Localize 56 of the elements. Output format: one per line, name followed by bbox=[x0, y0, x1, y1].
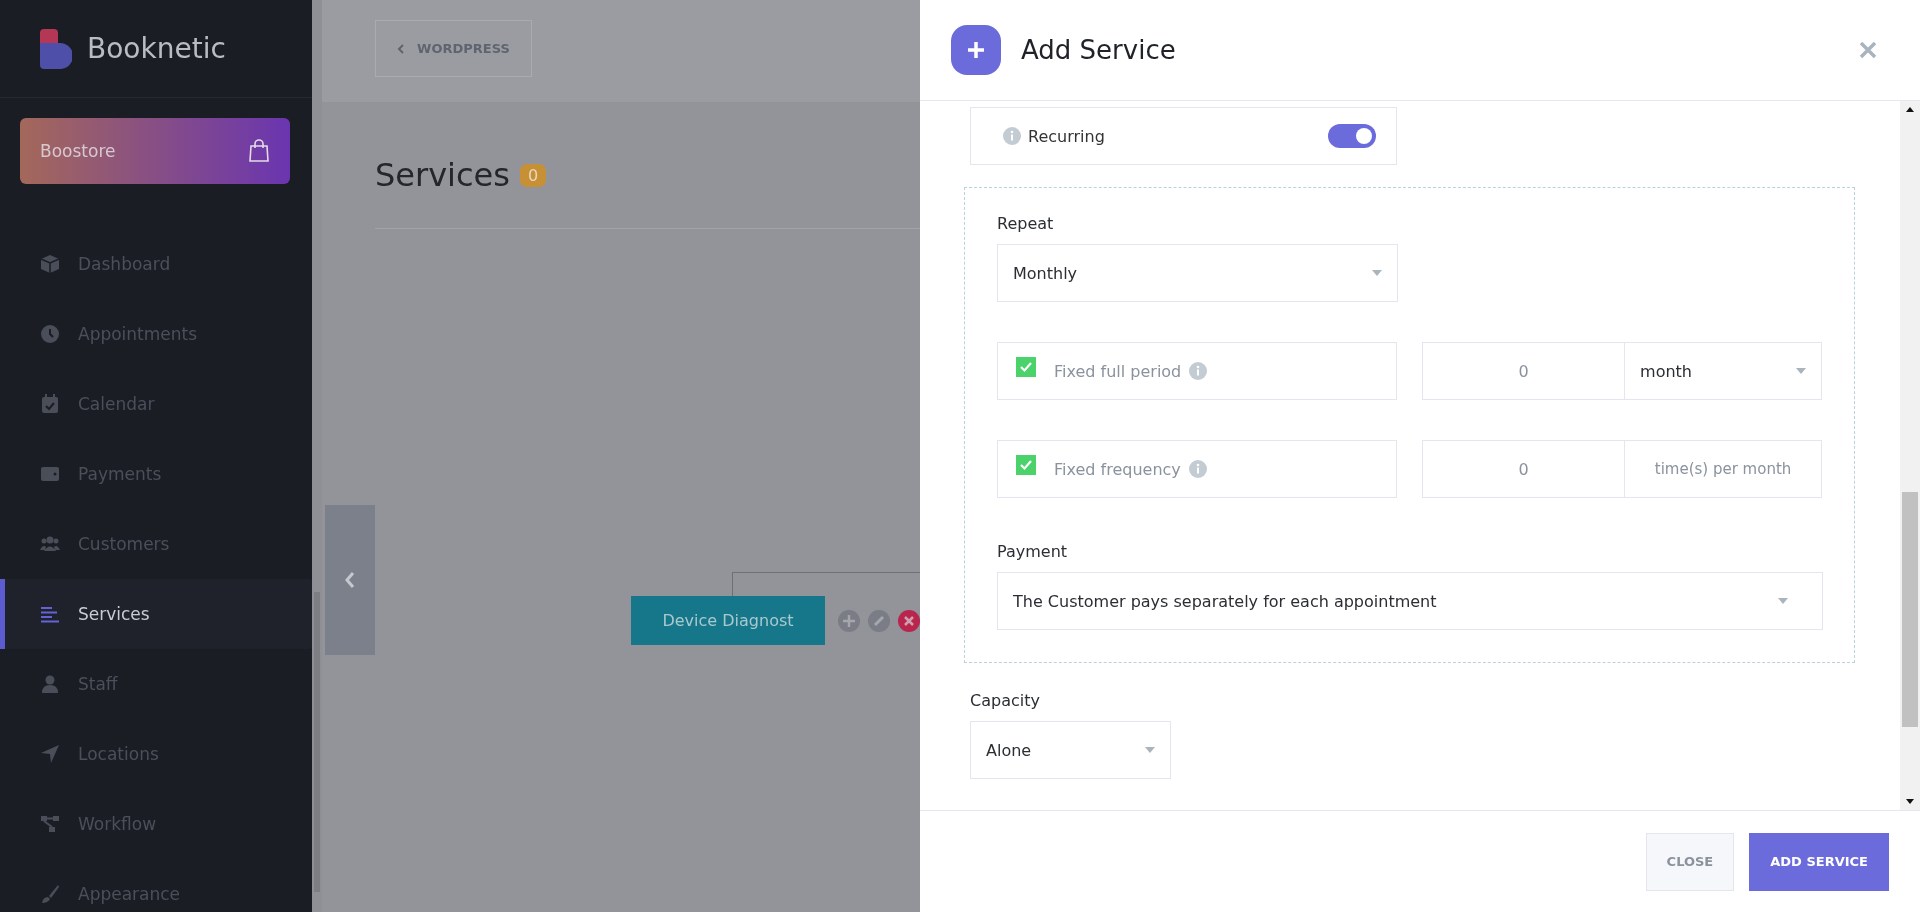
field-label: Capacity bbox=[970, 691, 1041, 710]
brand-name: Booknetic bbox=[87, 32, 226, 65]
page-title: Services bbox=[375, 156, 510, 194]
list-icon bbox=[40, 604, 60, 624]
field-label: Repeat bbox=[997, 214, 1055, 233]
modal-title: Add Service bbox=[1021, 35, 1177, 65]
caret-down-icon bbox=[1372, 270, 1382, 276]
back-button[interactable]: WORDPRESS bbox=[375, 20, 532, 77]
caret-down-icon bbox=[1906, 799, 1914, 804]
cube-icon bbox=[40, 254, 60, 274]
scrollbar[interactable] bbox=[312, 0, 322, 912]
add-service-button[interactable]: ADD SERVICE bbox=[1749, 832, 1889, 891]
info-icon bbox=[1189, 362, 1208, 380]
count-badge: 0 bbox=[519, 163, 547, 187]
checkbox[interactable] bbox=[1016, 455, 1036, 475]
shopping-bag-icon bbox=[248, 139, 270, 163]
info-icon bbox=[1188, 460, 1207, 478]
user-icon bbox=[40, 674, 60, 694]
wallet-icon bbox=[40, 464, 60, 484]
scrollbar[interactable] bbox=[1900, 101, 1920, 810]
select-field[interactable]: The Customer pays separately for each appointment bbox=[997, 572, 1823, 630]
field-label: Payment bbox=[997, 542, 1069, 561]
close-icon bbox=[898, 610, 920, 632]
close-button[interactable]: CLOSE bbox=[1645, 832, 1735, 891]
close-button[interactable] bbox=[1859, 41, 1877, 59]
select-field[interactable]: Monthly bbox=[997, 244, 1398, 302]
checkbox-label: Fixed full period bbox=[1054, 361, 1182, 381]
chevron-left-icon bbox=[344, 570, 356, 590]
collapse-tab[interactable] bbox=[325, 505, 375, 655]
users-icon bbox=[40, 534, 60, 554]
caret-down-icon bbox=[1145, 747, 1155, 753]
boostore-label: Boostore bbox=[40, 141, 116, 161]
caret-down-icon bbox=[1778, 598, 1788, 604]
brush-icon bbox=[40, 884, 60, 904]
toggle-switch[interactable] bbox=[1328, 124, 1376, 148]
checkbox[interactable] bbox=[1016, 357, 1036, 377]
plus-icon bbox=[838, 610, 860, 632]
recurring-label: Recurring bbox=[1028, 126, 1106, 146]
pencil-icon bbox=[868, 610, 890, 632]
caret-up-icon bbox=[1906, 107, 1914, 112]
checkbox-label: Fixed frequency bbox=[1054, 459, 1181, 479]
number-field[interactable]: 0 bbox=[1423, 441, 1626, 497]
menu-item[interactable]: Services bbox=[0, 579, 312, 649]
close-icon bbox=[1859, 41, 1877, 59]
boostore-button[interactable]: Boostore bbox=[20, 118, 290, 184]
logo-icon bbox=[40, 28, 72, 69]
clock-icon bbox=[40, 324, 60, 344]
plus-icon bbox=[951, 25, 1001, 75]
service-node[interactable]: Device Diagnost bbox=[631, 596, 825, 645]
workflow-icon bbox=[40, 814, 60, 834]
calendar-icon bbox=[40, 394, 60, 414]
unit-addon: time(s) per month bbox=[1653, 459, 1793, 480]
location-arrow-icon bbox=[40, 744, 60, 764]
info-icon bbox=[1003, 127, 1021, 145]
chevron-left-icon bbox=[397, 42, 406, 55]
select-field[interactable]: Alone bbox=[970, 721, 1171, 779]
